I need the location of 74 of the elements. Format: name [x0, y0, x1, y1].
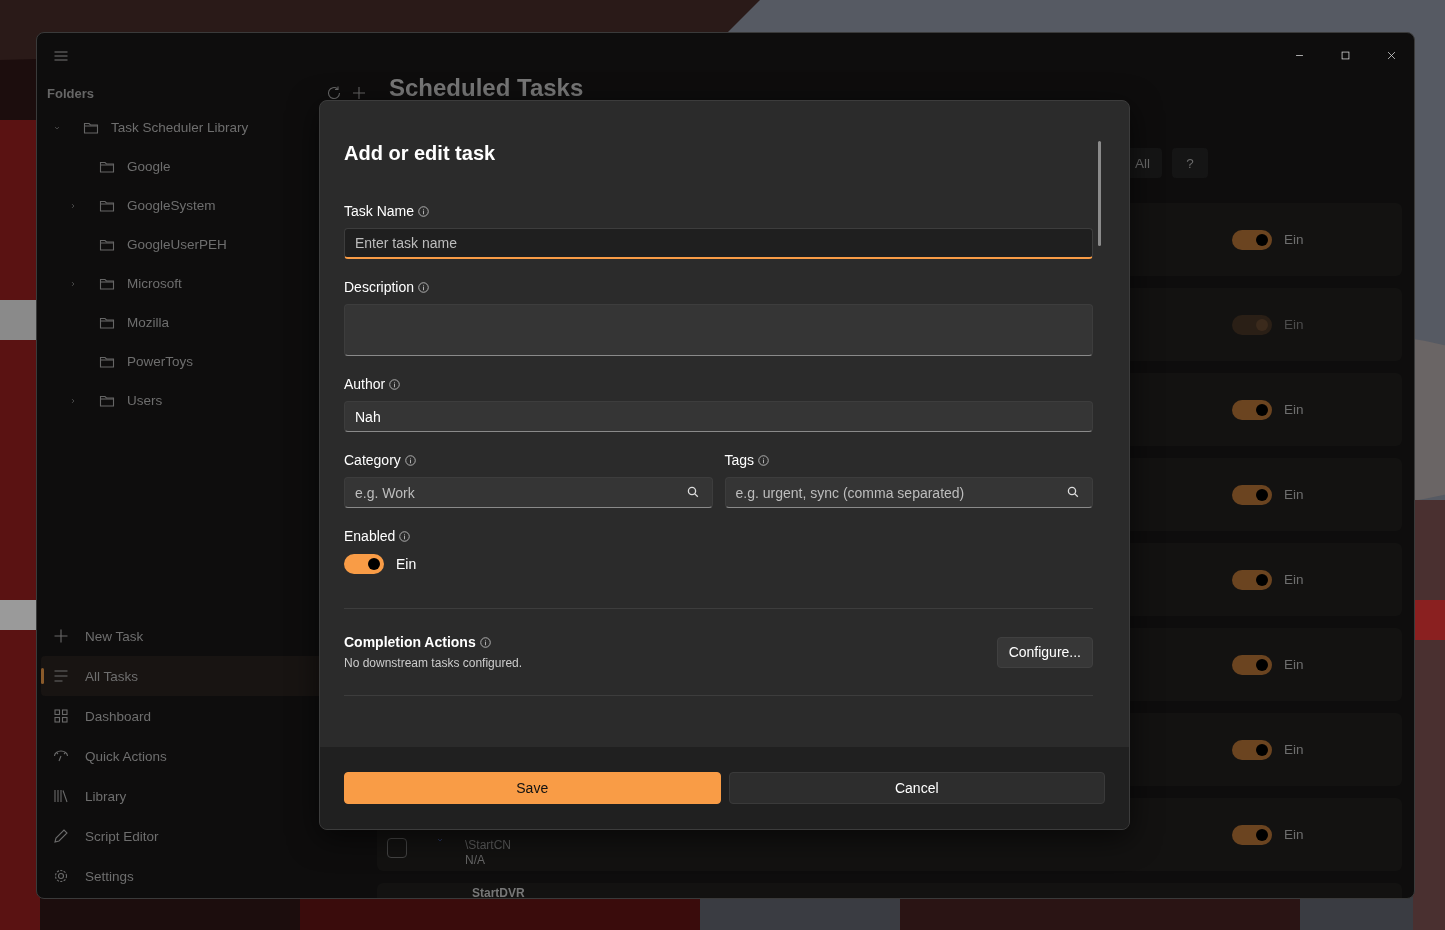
list-icon	[53, 668, 69, 684]
toggle-label: Ein	[1284, 487, 1304, 502]
field-label: Tags	[724, 452, 755, 468]
folder-label[interactable]: Google	[127, 159, 171, 174]
toggle-label: Ein	[1284, 742, 1304, 757]
field-label: Description	[344, 279, 415, 295]
search-icon	[1067, 486, 1079, 498]
nav-item[interactable]: Script Editor	[41, 816, 377, 856]
toggle-label: Ein	[1284, 402, 1304, 417]
task-name: StartDVR	[472, 886, 525, 898]
info-icon	[758, 454, 770, 466]
field-label: Enabled	[344, 528, 396, 544]
info-icon	[479, 636, 491, 648]
plus-icon	[53, 628, 69, 644]
search-icon	[686, 486, 699, 498]
toggle-label: Ein	[396, 556, 417, 572]
refresh-icon	[326, 85, 342, 101]
checkbox[interactable]	[387, 838, 407, 858]
folder-label[interactable]: GoogleUserPEH	[127, 237, 227, 252]
toggle-switch[interactable]	[1232, 399, 1272, 420]
field-label: Task Name	[344, 203, 415, 219]
toggle-switch[interactable]	[1232, 229, 1272, 250]
task-status: N/A	[465, 853, 486, 868]
info-icon	[389, 378, 401, 390]
close-icon	[1385, 50, 1397, 61]
nav-item[interactable]: Settings	[41, 856, 377, 896]
text-area[interactable]	[344, 304, 1093, 356]
folder-label[interactable]: Microsoft	[127, 276, 182, 291]
page-title: Scheduled Tasks	[389, 76, 584, 100]
folder-label[interactable]: Task Scheduler Library	[111, 120, 249, 135]
folder-label[interactable]: GoogleSystem	[127, 198, 216, 213]
plus-icon	[351, 85, 367, 101]
search-field[interactable]: e.g. Work	[344, 477, 713, 508]
input-field[interactable]: Enter task name	[344, 228, 1093, 259]
refresh-button[interactable]	[326, 85, 342, 101]
field-label: Category	[344, 452, 401, 468]
folder-label[interactable]: Mozilla	[127, 315, 169, 330]
configure-button[interactable]: Configure...	[996, 636, 1093, 668]
books-icon	[53, 788, 69, 804]
toggle-label: Ein	[1284, 572, 1304, 587]
info-icon	[418, 281, 430, 293]
toggle-switch[interactable]	[1232, 484, 1272, 505]
search-field[interactable]: e.g. urgent, sync (comma separated)	[724, 477, 1093, 508]
cancel-button[interactable]: Cancel	[728, 772, 1105, 804]
folders-heading: Folders	[47, 85, 95, 101]
pencil-icon	[53, 828, 69, 844]
save-button[interactable]: Save	[344, 772, 721, 804]
settings-icon	[53, 868, 69, 884]
scrollbar-thumb[interactable]	[1098, 141, 1101, 246]
toggle-label: Ein	[1284, 232, 1304, 247]
folder-label[interactable]: Users	[127, 393, 163, 408]
info-icon	[399, 530, 411, 542]
toggle-switch[interactable]	[1232, 739, 1272, 760]
gauge-icon	[53, 748, 69, 764]
toggle-switch[interactable]	[1232, 824, 1272, 845]
info-icon	[418, 205, 430, 217]
toggle-label: Ein	[1284, 827, 1304, 842]
info-icon	[404, 454, 416, 466]
input-field[interactable]: Nah	[344, 401, 1093, 432]
grid-icon	[53, 708, 69, 724]
field-label: Author	[344, 376, 386, 392]
section-title: Completion Actions	[344, 634, 476, 650]
task-card[interactable]: StartDVR	[377, 883, 1402, 898]
toolbar-button[interactable]: ?	[1172, 148, 1208, 178]
dialog-title: Add or edit task	[344, 142, 497, 165]
toggle-label: Ein	[1284, 317, 1304, 332]
maximize-icon	[1339, 50, 1351, 61]
toggle-switch[interactable]	[344, 554, 384, 574]
folder-label[interactable]: PowerToys	[127, 354, 194, 369]
toggle-switch[interactable]	[1232, 569, 1272, 590]
add-folder-button[interactable]	[351, 85, 367, 101]
toggle-switch[interactable]	[1232, 654, 1272, 675]
toggle-label: Ein	[1284, 657, 1304, 672]
task-path: \StartCN	[465, 838, 511, 853]
